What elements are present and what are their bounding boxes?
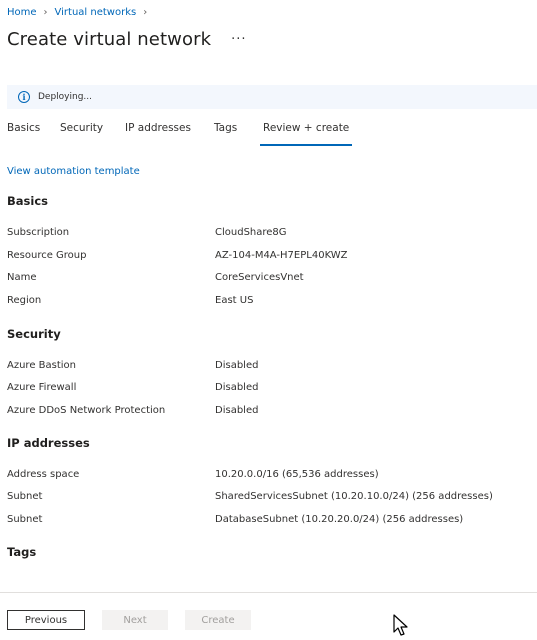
row-label: Resource Group (7, 250, 87, 261)
row-value: Disabled (215, 405, 259, 416)
tab-review-create[interactable]: Review + create (259, 122, 353, 146)
chevron-right-icon: › (143, 7, 148, 18)
row-value: CloudShare8G (215, 227, 287, 238)
wizard-tabs: Basics Security IP addresses Tags Review… (7, 122, 537, 146)
row-value: East US (215, 295, 254, 306)
section-heading-tags: Tags (7, 545, 37, 559)
view-automation-template-link[interactable]: View automation template (7, 166, 140, 177)
section-heading-security: Security (7, 327, 61, 341)
row-value: DatabaseSubnet (10.20.20.0/24) (256 addr… (215, 514, 464, 525)
row-value: 10.20.0.0/16 (65,536 addresses) (215, 469, 379, 480)
title-row: Create virtual network ··· (7, 29, 247, 50)
breadcrumb-home-link[interactable]: Home (7, 7, 37, 18)
page-title: Create virtual network (7, 29, 212, 50)
row-label: Region (7, 295, 42, 306)
row-value: CoreServicesVnet (215, 272, 304, 283)
more-options-button[interactable]: ··· (231, 32, 246, 47)
next-button[interactable]: Next (102, 610, 168, 630)
row-label: Subnet (7, 514, 43, 525)
row-label: Azure Firewall (7, 382, 77, 393)
row-label: Subscription (7, 227, 70, 238)
previous-button[interactable]: Previous (7, 610, 85, 630)
tab-ip-addresses[interactable]: IP addresses (125, 122, 191, 146)
mouse-cursor-icon (393, 614, 408, 636)
tab-basics[interactable]: Basics (7, 122, 40, 146)
breadcrumb-virtual-networks-link[interactable]: Virtual networks (55, 7, 137, 18)
breadcrumb: Home › Virtual networks › (7, 7, 154, 18)
row-label: Address space (7, 469, 80, 480)
row-label: Azure Bastion (7, 360, 77, 371)
banner-text: Deploying... (38, 92, 93, 102)
deploying-banner: i Deploying... (7, 85, 537, 109)
chevron-right-icon: › (43, 7, 48, 18)
row-value: SharedServicesSubnet (10.20.10.0/24) (25… (215, 491, 493, 502)
tab-security[interactable]: Security (60, 122, 103, 146)
row-value: AZ-104-M4A-H7EPL40KWZ (215, 250, 348, 261)
row-value: Disabled (215, 360, 259, 371)
row-label: Subnet (7, 491, 43, 502)
info-icon: i (18, 91, 30, 103)
tab-tags[interactable]: Tags (214, 122, 237, 146)
footer-divider (0, 592, 537, 593)
row-label: Name (7, 272, 37, 283)
section-heading-basics: Basics (7, 194, 48, 208)
row-label: Azure DDoS Network Protection (7, 405, 166, 416)
row-value: Disabled (215, 382, 259, 393)
create-button[interactable]: Create (185, 610, 251, 630)
section-heading-ip-addresses: IP addresses (7, 436, 90, 450)
